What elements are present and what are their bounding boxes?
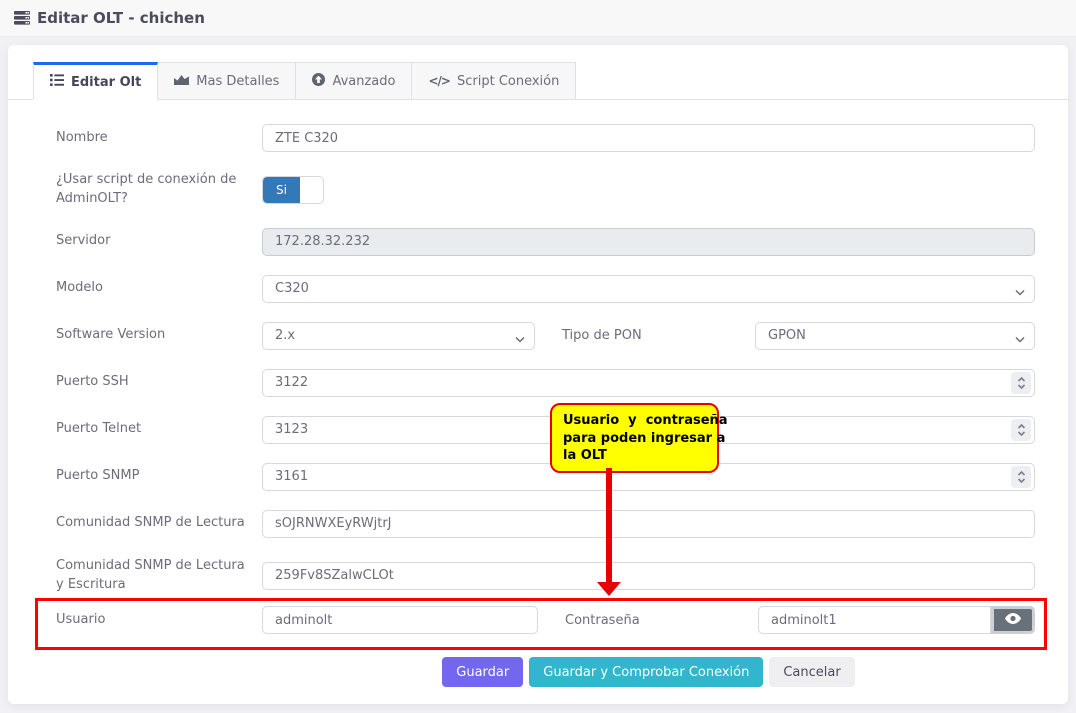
reveal-password-button[interactable] bbox=[991, 606, 1035, 634]
nombre-input[interactable] bbox=[262, 124, 1035, 152]
software-version-select[interactable]: 2.x bbox=[262, 322, 535, 350]
chevron-down-icon bbox=[1015, 332, 1025, 347]
selected-value: GPON bbox=[768, 328, 806, 343]
comunidad-lectura-label: Comunidad SNMP de Lectura bbox=[56, 514, 262, 533]
server-icon bbox=[14, 11, 30, 25]
usuario-label: Usuario bbox=[56, 611, 262, 630]
row-servidor: Servidor bbox=[56, 228, 1035, 256]
toggle-on-segment: Si bbox=[263, 177, 300, 203]
number-spinner-icon[interactable] bbox=[1011, 372, 1031, 394]
chevron-down-icon bbox=[515, 332, 525, 347]
row-nombre: Nombre bbox=[56, 124, 1035, 152]
contrasena-input[interactable] bbox=[758, 606, 991, 634]
tipo-pon-select[interactable]: GPON bbox=[755, 322, 1035, 350]
row-credentials: Usuario Contraseña bbox=[56, 606, 1035, 634]
usar-script-label: ¿Usar script de conexión de AdminOLT? bbox=[56, 171, 262, 209]
comunidad-escritura-input[interactable] bbox=[262, 562, 1035, 590]
tab-label: Script Conexión bbox=[457, 74, 559, 89]
arrow-up-circle-icon bbox=[312, 73, 325, 90]
servidor-label: Servidor bbox=[56, 232, 262, 251]
selected-value: C320 bbox=[275, 281, 309, 296]
tab-label: Avanzado bbox=[332, 74, 395, 89]
puerto-snmp-label: Puerto SNMP bbox=[56, 467, 262, 486]
edit-olt-card: Editar Olt Mas Detalles Avanzado </> Scr… bbox=[8, 45, 1068, 704]
row-comunidad-lectura: Comunidad SNMP de Lectura bbox=[56, 510, 1035, 538]
tipo-pon-label: Tipo de PON bbox=[562, 328, 755, 343]
code-icon: </> bbox=[428, 74, 450, 88]
tab-mas-detalles[interactable]: Mas Detalles bbox=[158, 62, 296, 100]
chevron-down-icon bbox=[1015, 285, 1025, 300]
nombre-label: Nombre bbox=[56, 129, 262, 148]
tab-avanzado[interactable]: Avanzado bbox=[296, 62, 412, 100]
eye-icon bbox=[1005, 613, 1021, 628]
row-software-pon: Software Version 2.x Tipo de PON GPON bbox=[56, 322, 1035, 350]
puerto-ssh-label: Puerto SSH bbox=[56, 373, 262, 392]
number-spinner-icon[interactable] bbox=[1011, 419, 1031, 441]
tabbar: Editar Olt Mas Detalles Avanzado </> Scr… bbox=[8, 62, 1068, 100]
tab-label: Editar Olt bbox=[71, 75, 141, 90]
page-header: Editar OLT - chichen bbox=[0, 0, 1076, 37]
servidor-input bbox=[262, 228, 1035, 256]
form-footer: Guardar Guardar y Comprobar Conexión Can… bbox=[56, 657, 1035, 687]
comunidad-lectura-input[interactable] bbox=[262, 510, 1035, 538]
number-spinner-icon[interactable] bbox=[1011, 466, 1031, 488]
tab-label: Mas Detalles bbox=[196, 74, 279, 89]
area-chart-icon bbox=[174, 73, 189, 89]
usar-script-toggle[interactable]: Si bbox=[262, 176, 324, 204]
cancelar-button[interactable]: Cancelar bbox=[769, 657, 854, 687]
puerto-telnet-input[interactable] bbox=[262, 416, 1035, 444]
software-version-label: Software Version bbox=[56, 326, 262, 345]
page-title: Editar OLT - chichen bbox=[37, 9, 205, 27]
row-comunidad-escritura: Comunidad SNMP de Lectura y Escritura bbox=[56, 557, 1035, 595]
edit-olt-form: Nombre ¿Usar script de conexión de Admin… bbox=[8, 100, 1068, 687]
row-puerto-ssh: Puerto SSH bbox=[56, 369, 1035, 397]
guardar-button[interactable]: Guardar bbox=[442, 657, 523, 687]
row-puerto-snmp: Puerto SNMP bbox=[56, 463, 1035, 491]
row-modelo: Modelo C320 bbox=[56, 275, 1035, 303]
tab-script-conexion[interactable]: </> Script Conexión bbox=[412, 62, 576, 100]
contrasena-label: Contraseña bbox=[565, 613, 758, 628]
row-usar-script: ¿Usar script de conexión de AdminOLT? Si bbox=[56, 171, 1035, 209]
selected-value: 2.x bbox=[275, 328, 295, 343]
tab-editar-olt[interactable]: Editar Olt bbox=[33, 62, 158, 100]
comunidad-escritura-label: Comunidad SNMP de Lectura y Escritura bbox=[56, 557, 262, 595]
guardar-comprobar-button[interactable]: Guardar y Comprobar Conexión bbox=[529, 657, 763, 687]
list-icon bbox=[50, 74, 64, 90]
modelo-select[interactable]: C320 bbox=[262, 275, 1035, 303]
puerto-ssh-input[interactable] bbox=[262, 369, 1035, 397]
puerto-snmp-input[interactable] bbox=[262, 463, 1035, 491]
usuario-input[interactable] bbox=[262, 606, 538, 634]
puerto-telnet-label: Puerto Telnet bbox=[56, 420, 262, 439]
modelo-label: Modelo bbox=[56, 279, 262, 298]
row-puerto-telnet: Puerto Telnet bbox=[56, 416, 1035, 444]
